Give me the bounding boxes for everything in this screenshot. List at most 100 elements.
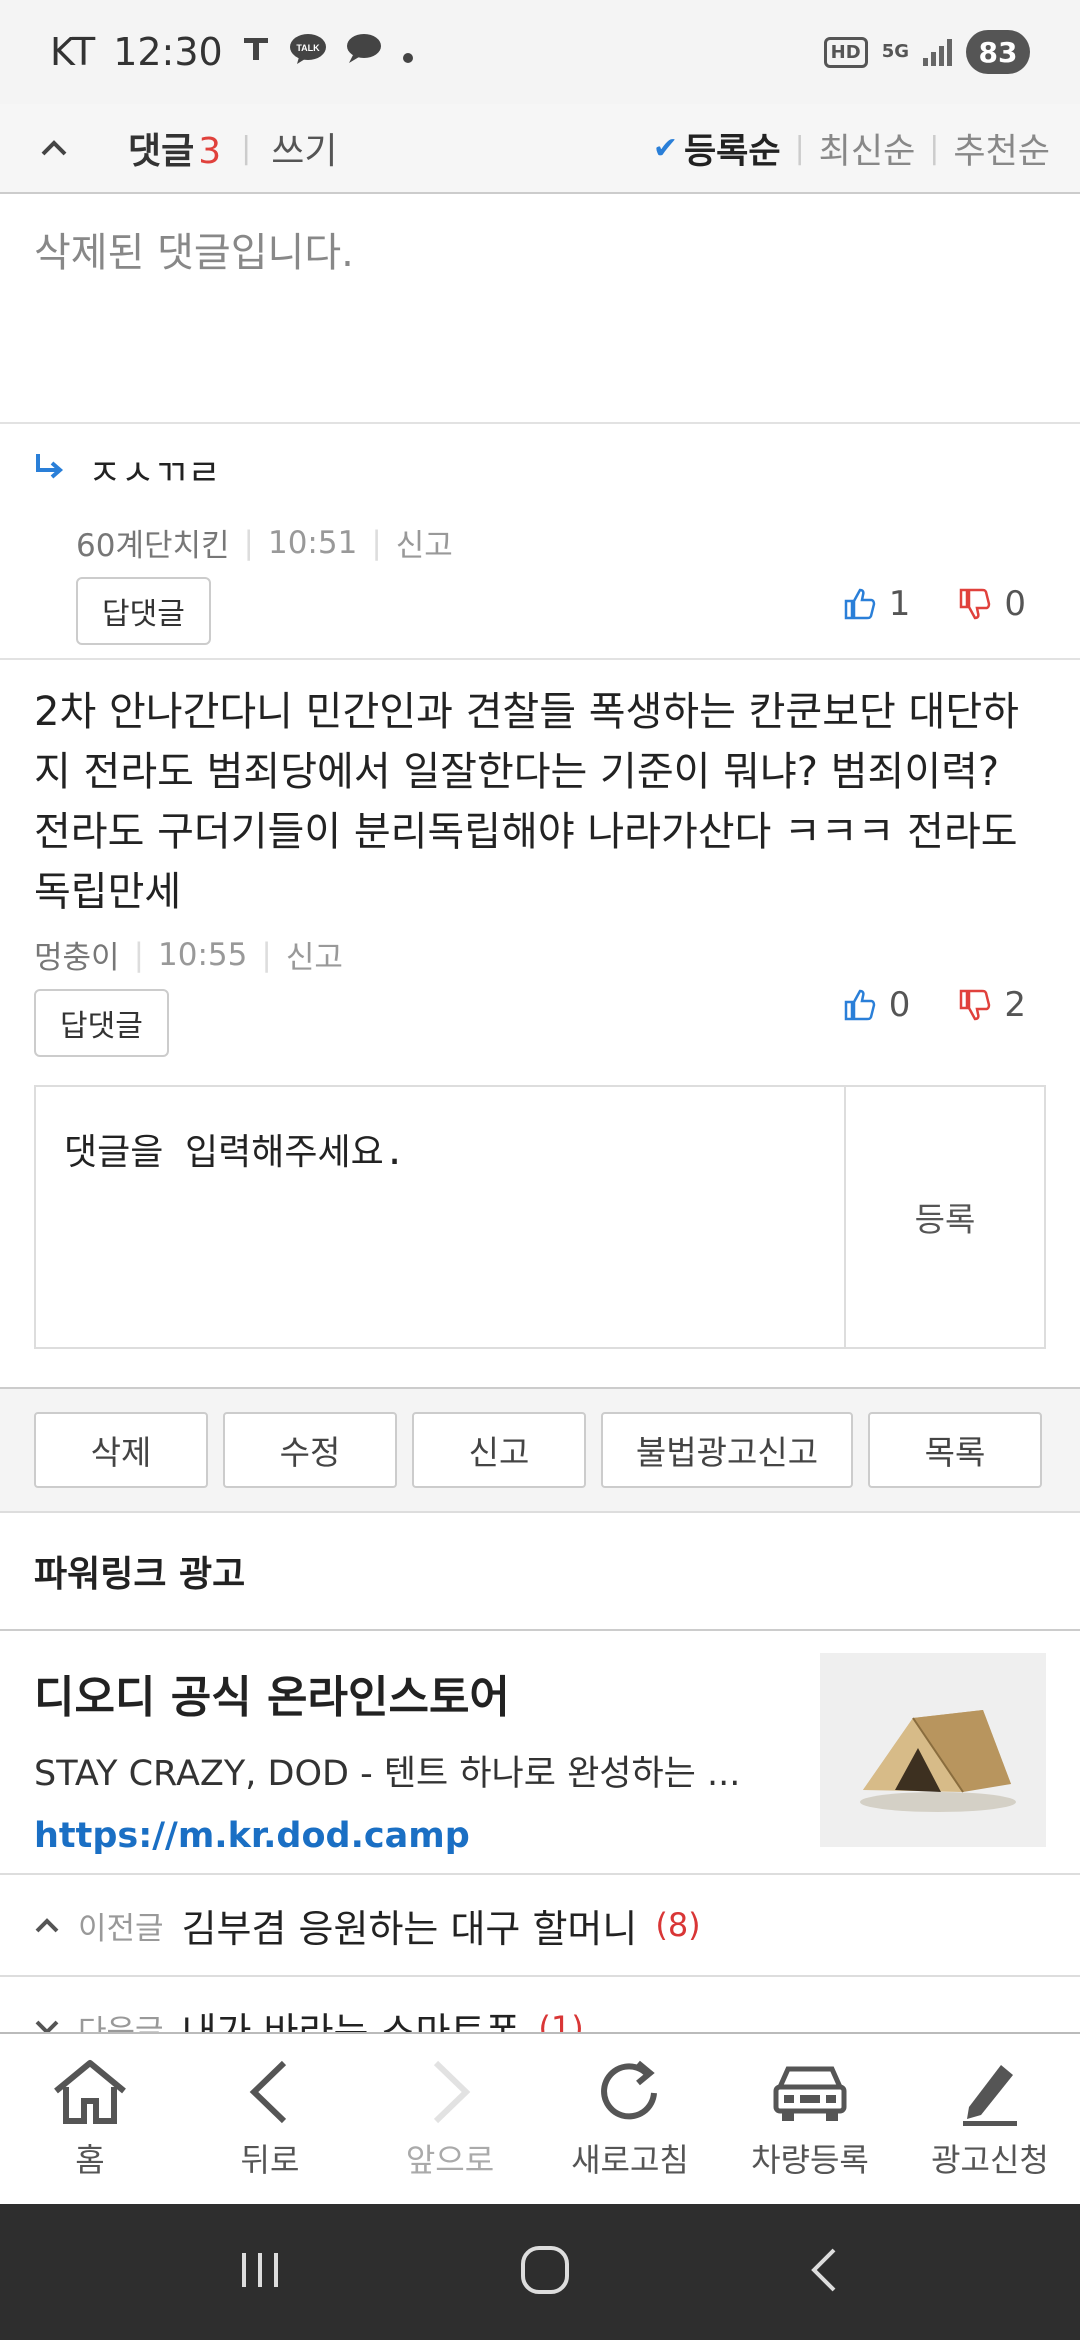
prev-post-label: 이전글 — [78, 1910, 164, 1947]
prev-post-link[interactable]: 이전글 김부겸 응원하는 대구 할머니 (8) — [0, 1875, 1080, 1977]
like-count: 0 — [888, 985, 911, 1025]
comment-header: 댓글 3 | 쓰기 ✔ 등록순 | 최신순 | 추천순 — [0, 104, 1080, 194]
comment-title-label: 댓글 — [128, 131, 195, 172]
divider: | — [371, 524, 382, 561]
edit-button[interactable]: 수정 — [223, 1412, 397, 1488]
comment-header-left: 댓글 3 | 쓰기 — [34, 122, 338, 174]
ad-description: STAY CRAZY, DOD - 텐트 하나로 완성하는 ... — [34, 1754, 741, 1794]
like-count: 1 — [888, 584, 911, 624]
post-actions: 삭제 수정 신고 불법광고신고 목록 — [0, 1387, 1080, 1513]
chevron-up-icon[interactable] — [34, 128, 74, 168]
refresh-icon — [601, 2060, 657, 2120]
ad-request-button[interactable]: 광고신청 — [900, 2034, 1080, 2204]
ad-thumbnail[interactable] — [820, 1653, 1046, 1847]
like-button[interactable]: 0 — [843, 985, 911, 1025]
comment-meta: 멍충이 | 10:55 | 신고 — [34, 932, 1046, 977]
list-button[interactable]: 목록 — [868, 1412, 1042, 1488]
bottom-toolbar: 홈 뒤로 앞으로 새로고침 차량등록 광고신청 — [0, 2032, 1080, 2204]
comment-item: 2차 안나간다니 민간인과 견찰들 폭생하는 칸쿤보단 대단하지 전라도 범죄당… — [0, 660, 1080, 1057]
check-icon: ✔ — [652, 130, 678, 166]
home-button[interactable]: 홈 — [0, 2034, 180, 2204]
comment-input[interactable] — [36, 1087, 844, 1347]
comment-time: 10:55 — [158, 936, 248, 973]
car-register-button[interactable]: 차량등록 — [720, 2034, 900, 2204]
reply-button[interactable]: 답댓글 — [76, 577, 211, 645]
dot-icon — [401, 30, 415, 74]
reply-arrow-icon — [34, 450, 64, 491]
chevron-up-icon — [35, 1918, 59, 1933]
toolbar-label: 차량등록 — [751, 2141, 869, 2179]
back-icon — [249, 2060, 287, 2124]
toolbar-label: 홈 — [75, 2141, 105, 2179]
signal-icon — [923, 38, 952, 66]
status-left: KT 12:30 TALK — [50, 30, 415, 74]
sort-label: 등록순 — [683, 131, 781, 172]
ad-url[interactable]: https://m.kr.dod.camp — [34, 1816, 804, 1856]
divider: | — [241, 130, 252, 166]
toolbar-label: 뒤로 — [240, 2141, 300, 2179]
submit-comment-button[interactable]: 등록 — [844, 1087, 1044, 1347]
write-comment-link[interactable]: 쓰기 — [271, 122, 337, 174]
reply-comment: ㅈㅅㄲㄹ 60계단치킨 | 10:51 | 신고 답댓글 1 0 — [0, 424, 1080, 660]
system-nav-bar — [0, 2204, 1080, 2340]
ad-item[interactable]: 디오디 공식 온라인스토어 STAY CRAZY, DOD - 텐트 하나로 완… — [0, 1631, 1080, 1875]
thumbs-down-icon — [960, 588, 991, 620]
dislike-count: 2 — [1004, 985, 1026, 1025]
sort-by-latest[interactable]: 최신순 — [819, 123, 916, 174]
delete-button[interactable]: 삭제 — [34, 1412, 208, 1488]
illegal-ad-report-button[interactable]: 불법광고신고 — [601, 1412, 853, 1488]
report-button[interactable]: 신고 — [412, 1412, 586, 1488]
recent-apps-icon[interactable] — [236, 2245, 286, 2299]
divider: | — [243, 524, 254, 561]
dislike-button[interactable]: 2 — [958, 985, 1026, 1025]
prev-post-title: 김부겸 응원하는 대구 할머니 — [181, 1906, 638, 1951]
tmap-icon — [241, 32, 271, 72]
status-right: HD 5G 83 — [823, 30, 1030, 74]
forward-button[interactable]: 앞으로 — [360, 2034, 540, 2204]
ad-title[interactable]: 디오디 공식 온라인스토어 — [34, 1661, 804, 1725]
comment-text: 2차 안나간다니 민간인과 견찰들 폭생하는 칸쿤보단 대단하지 전라도 범죄당… — [34, 689, 1019, 915]
back-button[interactable]: 뒤로 — [180, 2034, 360, 2204]
comment-title: 댓글 3 — [128, 122, 221, 174]
svg-text:TALK: TALK — [296, 43, 320, 53]
home-icon — [54, 2060, 126, 2124]
status-bar: KT 12:30 TALK HD 5G 83 — [0, 0, 1080, 104]
network-type: 5G — [881, 41, 909, 62]
toolbar-label: 앞으로 — [405, 2141, 495, 2179]
car-icon — [773, 2066, 847, 2121]
carrier: KT — [50, 30, 96, 74]
vote-group: 0 2 — [843, 985, 1026, 1025]
report-link[interactable]: 신고 — [286, 932, 343, 977]
kakaotalk-icon: TALK — [289, 30, 327, 74]
prev-post-count: (8) — [655, 1906, 701, 1944]
reply-button[interactable]: 답댓글 — [34, 989, 169, 1057]
report-link[interactable]: 신고 — [396, 520, 453, 565]
sort-by-registration[interactable]: ✔ 등록순 — [653, 123, 781, 174]
comment-author[interactable]: 멍충이 — [34, 932, 120, 977]
hd-badge: HD — [823, 36, 868, 68]
chat-icon — [345, 30, 383, 74]
comment-text: ㅈㅅㄲㄹ — [88, 453, 221, 494]
battery-indicator: 83 — [966, 30, 1030, 74]
pen-icon — [963, 2065, 1017, 2126]
ad-text: 디오디 공식 온라인스토어 STAY CRAZY, DOD - 텐트 하나로 완… — [34, 1653, 804, 1873]
divider: | — [133, 936, 145, 973]
tent-icon — [860, 1710, 1016, 1812]
sort-by-recommend[interactable]: 추천순 — [953, 123, 1050, 174]
thumbs-up-icon — [844, 989, 875, 1021]
thumbs-down-icon — [960, 989, 991, 1021]
like-button[interactable]: 1 — [843, 584, 911, 624]
vote-group: 1 0 — [843, 584, 1026, 624]
dislike-count: 0 — [1004, 584, 1026, 624]
dislike-button[interactable]: 0 — [958, 584, 1026, 624]
powerlink-title: 파워링크 광고 — [0, 1513, 1080, 1631]
comment-author[interactable]: 60계단치킨 — [76, 520, 230, 565]
divider: | — [794, 130, 805, 166]
toolbar-label: 새로고침 — [571, 2141, 689, 2179]
home-nav-icon[interactable] — [517, 2242, 573, 2302]
back-nav-icon[interactable] — [804, 2242, 844, 2302]
divider: | — [261, 936, 272, 973]
clock: 12:30 — [113, 30, 223, 74]
comment-input-box: 등록 — [34, 1085, 1046, 1349]
refresh-button[interactable]: 새로고침 — [540, 2034, 720, 2204]
